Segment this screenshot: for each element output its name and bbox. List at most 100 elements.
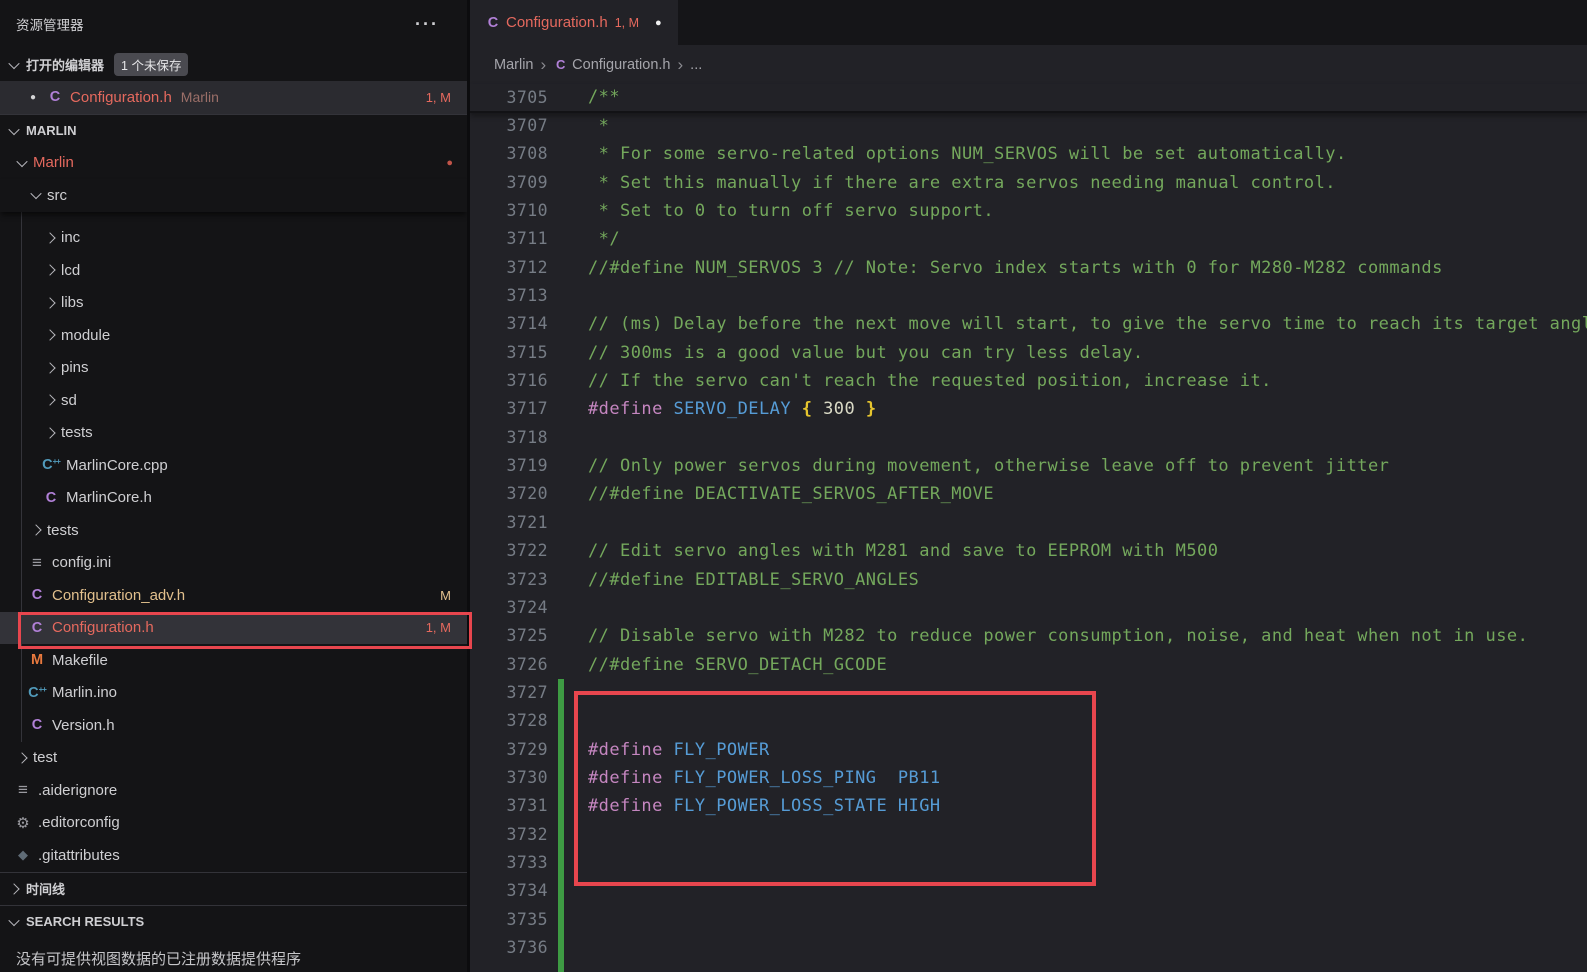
code-line[interactable]: 3707 *	[470, 112, 1587, 140]
tab-configuration-h[interactable]: C Configuration.h 1, M ●	[470, 0, 678, 45]
line-number[interactable]: 3708	[470, 140, 548, 168]
line-number[interactable]: 3722	[470, 537, 548, 565]
tree-item-pins[interactable]: pins	[0, 352, 467, 385]
tree-item-editorconfig[interactable]: ⚙ .editorconfig	[0, 807, 467, 840]
line-number[interactable]: 3719	[470, 452, 548, 480]
code-line[interactable]: 3723 //#define EDITABLE_SERVO_ANGLES	[470, 566, 1587, 594]
line-number[interactable]: 3736	[470, 934, 548, 962]
tree-item-gitattributes[interactable]: ◆ .gitattributes	[0, 839, 467, 872]
line-number[interactable]: 3734	[470, 877, 548, 905]
code-line-text: */	[548, 225, 620, 253]
breadcrumb-item-symbol[interactable]: ...	[690, 57, 702, 73]
code-line[interactable]: 3713	[470, 282, 1587, 310]
workspace-section-header[interactable]: MARLIN	[0, 114, 467, 147]
tree-item-label: config.ini	[52, 554, 111, 571]
code-line[interactable]: 3711 */	[470, 225, 1587, 253]
line-number[interactable]: 3727	[470, 679, 548, 707]
timeline-section-header[interactable]: 时间线	[0, 872, 467, 905]
line-number[interactable]: 3718	[470, 424, 548, 452]
tree-item-version-h[interactable]: C Version.h	[0, 709, 467, 742]
line-number[interactable]: 3732	[470, 821, 548, 849]
tree-item-inc[interactable]: inc	[0, 222, 467, 255]
code-line[interactable]: 3735	[470, 906, 1587, 934]
code-line[interactable]: 3714 // (ms) Delay before the next move …	[470, 310, 1587, 338]
line-number[interactable]: 3711	[470, 225, 548, 253]
code-line[interactable]: 3720 //#define DEACTIVATE_SERVOS_AFTER_M…	[470, 480, 1587, 508]
code-line[interactable]: 3722 // Edit servo angles with M281 and …	[470, 537, 1587, 565]
tree-item-module[interactable]: module	[0, 319, 467, 352]
tree-item-aiderignore[interactable]: ≡ .aiderignore	[0, 774, 467, 807]
line-number[interactable]: 3715	[470, 339, 548, 367]
line-number[interactable]: 3725	[470, 622, 548, 650]
tree-item-hal[interactable]: HAL	[0, 212, 467, 222]
tree-item-libs[interactable]: libs	[0, 287, 467, 320]
breadcrumb-item-file[interactable]: Configuration.h	[572, 57, 670, 73]
gear-file-icon: ⚙	[14, 814, 32, 832]
code-line[interactable]: 3710 * Set to 0 to turn off servo suppor…	[470, 197, 1587, 225]
code-line-text: * Set this manually if there are extra s…	[548, 169, 1336, 197]
code-line[interactable]: 3736	[470, 934, 1587, 962]
line-number[interactable]: 3726	[470, 651, 548, 679]
code-line[interactable]: 3719 // Only power servos during movemen…	[470, 452, 1587, 480]
line-number[interactable]: 3712	[470, 254, 548, 282]
tree-item-tests[interactable]: tests	[0, 417, 467, 450]
code-line[interactable]: 3724	[470, 594, 1587, 622]
code-line[interactable]: 3716 // If the servo can't reach the req…	[470, 367, 1587, 395]
tab-title: Configuration.h	[506, 14, 608, 31]
line-number[interactable]: 3733	[470, 849, 548, 877]
code-line[interactable]: 3725 // Disable servo with M282 to reduc…	[470, 622, 1587, 650]
line-number[interactable]: 3716	[470, 367, 548, 395]
tree-item-marlincore-cpp[interactable]: C MarlinCore.cpp	[0, 449, 467, 482]
line-number[interactable]: 3729	[470, 736, 548, 764]
code-line[interactable]: 3709 * Set this manually if there are ex…	[470, 169, 1587, 197]
line-number: 3705	[470, 84, 548, 111]
line-number[interactable]: 3724	[470, 594, 548, 622]
unsaved-dot-icon[interactable]: ●	[655, 17, 662, 29]
open-editor-item-configuration-h[interactable]: ● C Configuration.h Marlin 1, M	[0, 81, 467, 114]
line-number[interactable]: 3730	[470, 764, 548, 792]
code-line[interactable]: 3718	[470, 424, 1587, 452]
line-number[interactable]: 3735	[470, 906, 548, 934]
tree-item-configuration-adv-h[interactable]: C Configuration_adv.h M	[0, 579, 467, 612]
line-number[interactable]: 3714	[470, 310, 548, 338]
tree-item-sd[interactable]: sd	[0, 384, 467, 417]
tree-item-label: pins	[61, 359, 89, 376]
tree-item-marlin[interactable]: Marlin ●	[0, 147, 467, 180]
line-number[interactable]: 3728	[470, 707, 548, 735]
twistie-icon	[16, 156, 27, 167]
breadcrumb-item-folder[interactable]: Marlin	[494, 57, 533, 73]
code-token: * For some servo-related options NUM_SER…	[588, 144, 1347, 164]
code-line-text: // If the servo can't reach the requeste…	[548, 367, 1272, 395]
tree-item-test[interactable]: test	[0, 742, 467, 775]
search-results-section-header[interactable]: SEARCH RESULTS	[0, 905, 467, 938]
code-line[interactable]: 3708 * For some servo-related options NU…	[470, 140, 1587, 168]
tree-item-src[interactable]: src	[0, 179, 467, 212]
code-line[interactable]: 3717 #define SERVO_DELAY { 300 }	[470, 395, 1587, 423]
line-number[interactable]: 3731	[470, 792, 548, 820]
code-line[interactable]: 3712 //#define NUM_SERVOS 3 // Note: Ser…	[470, 254, 1587, 282]
tree-item-marlincore-h[interactable]: C MarlinCore.h	[0, 482, 467, 515]
tree-item-lcd[interactable]: lcd	[0, 254, 467, 287]
twistie-icon	[44, 427, 55, 438]
sticky-scroll-line[interactable]: 3705 /**	[470, 84, 1587, 113]
line-number[interactable]: 3710	[470, 197, 548, 225]
more-actions-icon[interactable]: ···	[415, 14, 439, 35]
twistie-icon	[44, 362, 55, 373]
c-file-icon: C	[42, 490, 60, 506]
tree-item-tests[interactable]: tests	[0, 514, 467, 547]
line-number[interactable]: 3723	[470, 566, 548, 594]
line-number[interactable]: 3720	[470, 480, 548, 508]
line-number[interactable]: 3707	[470, 112, 548, 140]
line-number[interactable]: 3717	[470, 395, 548, 423]
code-line[interactable]: 3726 //#define SERVO_DETACH_GCODE	[470, 651, 1587, 679]
tree-item-marlin-ino[interactable]: C Marlin.ino	[0, 677, 467, 710]
code-line[interactable]: 3721	[470, 509, 1587, 537]
line-number[interactable]: 3713	[470, 282, 548, 310]
code-line[interactable]: 3715 // 300ms is a good value but you ca…	[470, 339, 1587, 367]
dirty-dot-icon[interactable]: ●	[30, 92, 36, 103]
line-number[interactable]: 3709	[470, 169, 548, 197]
line-number[interactable]: 3721	[470, 509, 548, 537]
tree-item-label: inc	[61, 229, 80, 246]
open-editors-section-header[interactable]: 打开的编辑器 1 个未保存	[0, 48, 467, 81]
tree-item-config-ini[interactable]: ≡ config.ini	[0, 547, 467, 580]
